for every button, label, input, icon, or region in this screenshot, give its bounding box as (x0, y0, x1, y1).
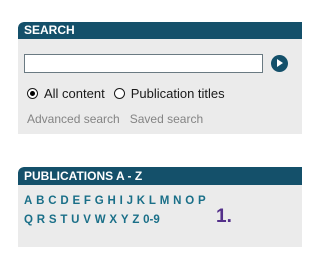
az-letter-i[interactable]: I (120, 195, 123, 207)
search-header: SEARCH (18, 22, 302, 39)
az-letter-x[interactable]: X (109, 214, 117, 226)
az-letter-u[interactable]: U (71, 214, 79, 226)
page: SEARCH All content Publication titles Ad… (0, 0, 307, 257)
az-letter-t[interactable]: T (60, 214, 67, 226)
publications-header: PUBLICATIONS A - Z (18, 167, 302, 185)
az-letter-n[interactable]: N (173, 195, 181, 207)
search-scope-options: All content Publication titles (27, 86, 234, 101)
radio-all-content-label: All content (44, 86, 105, 101)
az-letter-m[interactable]: M (160, 195, 170, 207)
search-row (24, 53, 288, 74)
annotation-marker: 1. (216, 206, 232, 227)
advanced-search-link[interactable]: Advanced search (27, 112, 120, 126)
az-letter-q[interactable]: Q (24, 214, 33, 226)
az-letter-r[interactable]: R (37, 214, 45, 226)
search-go-button[interactable] (271, 55, 288, 72)
az-letter-y[interactable]: Y (121, 214, 129, 226)
radio-all-content[interactable] (27, 88, 38, 99)
az-letter-o[interactable]: O (185, 195, 194, 207)
az-letter-k[interactable]: K (137, 195, 145, 207)
search-panel: SEARCH All content Publication titles Ad… (18, 22, 302, 134)
az-letter-c[interactable]: C (48, 195, 56, 207)
az-letter-l[interactable]: L (149, 195, 156, 207)
saved-search-link[interactable]: Saved search (130, 112, 203, 126)
az-letter-z[interactable]: Z (132, 214, 139, 226)
radio-publication-titles-label: Publication titles (130, 86, 225, 101)
az-letter-f[interactable]: F (84, 195, 91, 207)
az-letter-a[interactable]: A (24, 195, 32, 207)
radio-publication-titles[interactable] (113, 88, 125, 99)
az-letter-s[interactable]: S (49, 214, 57, 226)
az-letter-0-9[interactable]: 0-9 (143, 214, 160, 226)
search-input[interactable] (24, 54, 263, 73)
arrow-right-icon (277, 59, 283, 67)
az-letter-d[interactable]: D (60, 195, 68, 207)
az-letter-j[interactable]: J (127, 195, 133, 207)
az-letter-h[interactable]: H (107, 195, 115, 207)
az-letter-e[interactable]: E (72, 195, 80, 207)
az-letter-p[interactable]: P (198, 195, 206, 207)
search-links: Advanced search Saved search (27, 112, 213, 126)
publications-panel: PUBLICATIONS A - Z ABCDEFGHIJKLMNOP QRST… (18, 167, 302, 247)
az-index-row-1: ABCDEFGHIJKLMNOP (24, 195, 209, 207)
az-letter-b[interactable]: B (36, 195, 44, 207)
az-letter-w[interactable]: W (95, 214, 106, 226)
az-letter-g[interactable]: G (95, 195, 104, 207)
az-letter-v[interactable]: V (83, 214, 91, 226)
az-index-row-2: Q R S T U V W X Y Z 0-9 (24, 214, 164, 226)
